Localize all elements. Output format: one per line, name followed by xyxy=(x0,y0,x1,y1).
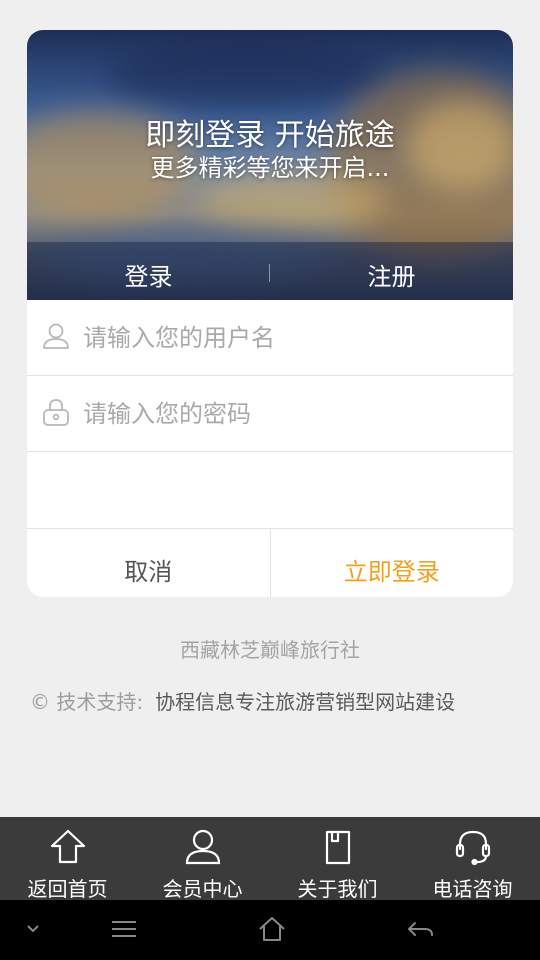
nav-about[interactable]: 关于我们 xyxy=(270,817,405,901)
nav-phone[interactable]: 电话咨询 xyxy=(405,817,540,901)
cancel-button[interactable]: 取消 xyxy=(27,529,271,597)
chevron-down-icon[interactable] xyxy=(26,924,40,934)
login-button[interactable]: 立即登录 xyxy=(271,529,514,597)
headset-icon xyxy=(455,830,490,866)
login-card: 即刻登录 开始旅途 更多精彩等您来开启... 登录 注册 取消 立即登录 xyxy=(27,30,513,597)
back-icon[interactable] xyxy=(406,920,434,940)
hero-banner: 即刻登录 开始旅途 更多精彩等您来开启... 登录 注册 xyxy=(27,30,513,300)
agency-name: 西藏林芝巅峰旅行社 xyxy=(180,638,360,662)
nav-phone-label: 电话咨询 xyxy=(432,877,513,901)
nav-member[interactable]: 会员中心 xyxy=(135,817,270,901)
username-input[interactable] xyxy=(83,314,493,362)
bottom-nav: 返回首页 会员中心 关于我们 电话咨询 xyxy=(0,817,540,901)
tab-login[interactable]: 登录 xyxy=(27,242,270,300)
home-icon xyxy=(50,829,85,864)
user-icon xyxy=(185,829,220,865)
username-row xyxy=(27,300,513,376)
nav-home-label: 返回首页 xyxy=(27,877,108,901)
password-input[interactable] xyxy=(83,390,493,438)
document-icon xyxy=(325,830,350,865)
auth-tabs: 登录 注册 xyxy=(27,242,513,300)
nav-home[interactable]: 返回首页 xyxy=(0,817,135,901)
menu-icon[interactable] xyxy=(110,918,138,940)
nav-member-label: 会员中心 xyxy=(162,877,243,901)
lock-icon xyxy=(43,399,69,426)
nav-about-label: 关于我们 xyxy=(297,877,378,901)
user-icon xyxy=(43,323,69,349)
password-row xyxy=(27,376,513,452)
tab-divider xyxy=(269,264,270,282)
action-row: 取消 立即登录 xyxy=(27,528,513,597)
support-prefix: © 技术支持: xyxy=(30,690,144,714)
tech-support: © 技术支持: 协程信息专注旅游营销型网站建设 xyxy=(30,686,455,715)
home-icon[interactable] xyxy=(258,916,286,942)
tab-register[interactable]: 注册 xyxy=(270,242,513,300)
hero-subtitle: 更多精彩等您来开启... xyxy=(150,154,390,182)
support-link[interactable]: 协程信息专注旅游营销型网站建设 xyxy=(155,690,455,714)
system-nav-bar xyxy=(0,900,540,960)
